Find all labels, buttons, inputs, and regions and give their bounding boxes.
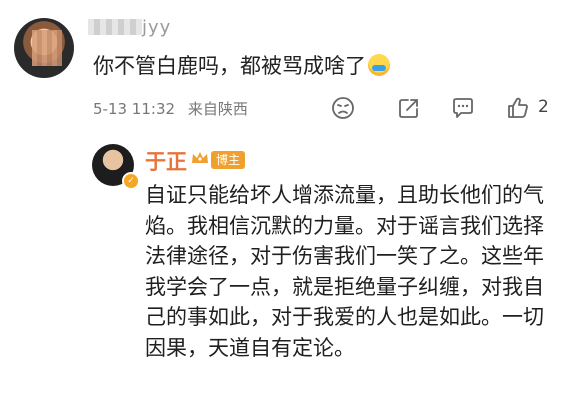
username-visible: jyy <box>142 17 172 38</box>
comment-text: 你不管白鹿吗，都被骂成啥了 <box>93 50 390 80</box>
comment-bubble-icon <box>453 98 473 118</box>
comment-body: 你不管白鹿吗，都被骂成啥了 <box>93 54 366 78</box>
reply-text: 自证只能给坏人增添流量，且助长他们的气焰。我相信沉默的力量。对于谣言我们选择法律… <box>145 183 544 360</box>
crown-icon <box>192 152 208 163</box>
thumbs-up-icon <box>508 97 528 118</box>
face-with-hands-over-mouth-emoji-icon <box>368 54 390 76</box>
like-button[interactable] <box>505 95 531 121</box>
share-button[interactable] <box>396 95 422 121</box>
avatar-blur-mask <box>32 30 62 66</box>
like-count: 2 <box>538 97 549 117</box>
author-badge: 博主 <box>211 151 246 169</box>
username-mask <box>88 19 142 35</box>
reply-author-name[interactable]: 于正 <box>145 146 187 176</box>
sad-face-icon <box>332 97 354 119</box>
verified-icon: ✓ <box>122 172 140 190</box>
commenter-username[interactable]: jyy <box>88 17 171 38</box>
reply-button[interactable] <box>450 95 476 121</box>
commenter-avatar[interactable] <box>14 18 74 78</box>
share-icon <box>399 99 418 118</box>
dislike-button[interactable] <box>330 95 356 121</box>
reply-block: ✓ 于正 博主 自证只能给坏人增添流量，且助长他们的气焰。我相信沉默的力量。对于… <box>0 136 564 394</box>
comment-actions <box>0 95 564 121</box>
